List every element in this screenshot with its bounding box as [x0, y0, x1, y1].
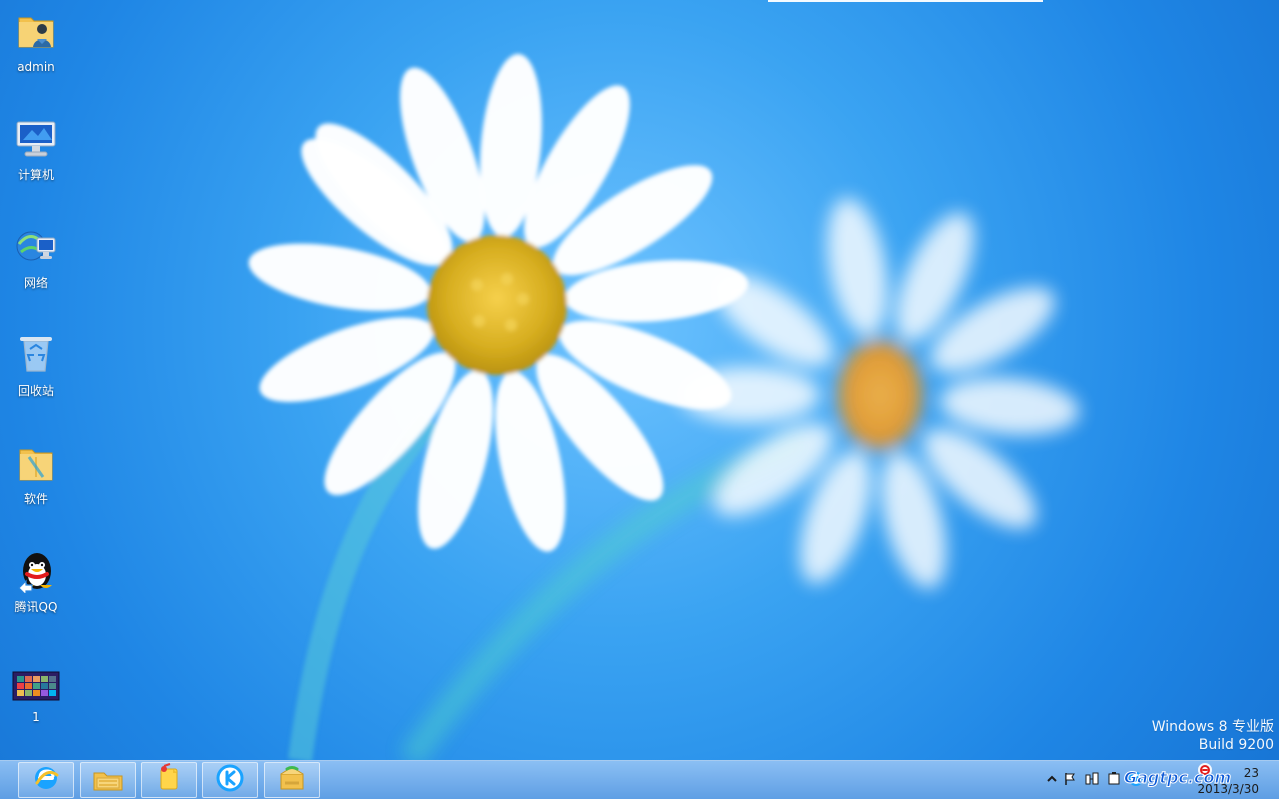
windows-build-line: Build 9200	[1198, 737, 1274, 753]
package-icon	[275, 763, 309, 797]
system-tray: 23 2013/3/30 Gagtpc.com	[1034, 760, 1279, 799]
computer-icon	[12, 114, 60, 162]
sticky-notes-icon	[154, 763, 184, 797]
network-icon	[12, 222, 60, 270]
desktop-icon-label: 腾讯QQ	[14, 600, 58, 614]
desktop-icon-label: admin	[17, 60, 55, 74]
desktop-icon-label: 网络	[23, 276, 48, 290]
windows-tiles-icon	[12, 668, 60, 704]
file-explorer-icon	[91, 764, 125, 796]
desktop-icon-software[interactable]: 软件	[5, 438, 67, 526]
k-player-icon	[215, 763, 245, 797]
desktop-icon-label: 计算机	[17, 168, 54, 182]
top-strip	[768, 0, 1043, 2]
taskbar: 23 2013/3/30 Gagtpc.com	[0, 760, 1279, 799]
taskbar-app-k-player[interactable]	[202, 762, 258, 798]
taskbar-app-package[interactable]	[264, 762, 320, 798]
internet-explorer-icon	[31, 763, 61, 797]
desktop-icon-admin[interactable]: admin	[5, 6, 67, 94]
wallpaper-daisies	[0, 0, 1279, 768]
taskbar-app-internet-explorer[interactable]	[18, 762, 74, 798]
desktop-icon-recycle[interactable]: 回收站	[5, 330, 67, 418]
desktop-icon-label: 软件	[23, 492, 48, 506]
action-center-flag-icon[interactable]	[1062, 771, 1078, 787]
taskbar-app-sticky-notes[interactable]	[141, 762, 197, 798]
windows-version-line: Windows 8 专业版	[1151, 719, 1274, 735]
desktop-icon-network[interactable]: 网络	[5, 222, 67, 310]
power-tray-icon[interactable]	[1106, 771, 1122, 787]
brand-overlay-text: Gagtpc.com	[1124, 768, 1231, 787]
tray-overflow-chevron-icon[interactable]	[1044, 771, 1060, 787]
user-folder-icon	[12, 6, 60, 54]
desktop-icon-computer[interactable]: 计算机	[5, 114, 67, 202]
taskbar-app-file-explorer[interactable]	[80, 762, 136, 798]
desktop-icon-label: 回收站	[17, 384, 54, 398]
windows-version-watermark: Windows 8 专业版 Build 9200	[1014, 718, 1274, 754]
recycle-bin-icon	[12, 330, 60, 378]
qq-penguin-icon	[12, 546, 60, 594]
brand-overlay-logo: Gagtpc.com	[1124, 763, 1232, 787]
folder-icon	[12, 438, 60, 486]
network-tray-icon[interactable]	[1084, 771, 1100, 787]
desktop-icon-qq[interactable]: 腾讯QQ	[5, 546, 67, 634]
desktop-icon-label: 1	[32, 710, 40, 724]
desktop-icon-one[interactable]: 1	[5, 668, 67, 740]
